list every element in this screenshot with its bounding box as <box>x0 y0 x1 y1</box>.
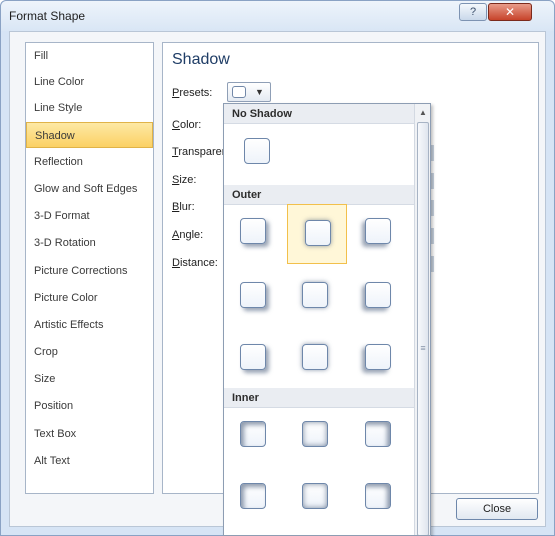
size-control-edge[interactable] <box>431 173 434 189</box>
scroll-up-icon[interactable]: ▲ <box>415 104 430 121</box>
color-accel: C <box>172 119 180 131</box>
preset-swatch <box>365 483 391 509</box>
preset-swatch <box>365 344 391 370</box>
preset-outer-offset-diagonal-top-left[interactable] <box>359 338 393 372</box>
grip-icon: ≡ <box>420 343 426 353</box>
help-button[interactable]: ? <box>459 3 487 21</box>
preset-outer-offset-diagonal-bottom-left[interactable] <box>359 212 393 246</box>
preset-outer-offset-top[interactable] <box>296 338 330 372</box>
color-label-text: olor: <box>179 119 202 131</box>
transparency-label-text: ransparen <box>178 146 228 158</box>
transparency-control-edge[interactable] <box>431 145 434 161</box>
presets-label-text: resets: <box>179 87 213 99</box>
nav-item-reflection[interactable]: Reflection <box>26 149 153 175</box>
preset-swatch <box>365 282 391 308</box>
gallery-section-no-shadow: No Shadow <box>224 104 414 124</box>
preset-inner-diagonal-top-left[interactable] <box>234 415 268 449</box>
nav-item-picture-corrections[interactable]: Picture Corrections <box>26 258 153 284</box>
size-label: Size: <box>172 174 196 186</box>
preset-swatch <box>240 344 266 370</box>
preset-inner-top[interactable] <box>296 415 330 449</box>
gallery-section-outer: Outer <box>224 185 414 205</box>
nav-item-picture-color[interactable]: Picture Color <box>26 285 153 311</box>
close-button[interactable]: Close <box>456 498 538 520</box>
nav-item-crop[interactable]: Crop <box>26 339 153 365</box>
preset-outer-offset-left[interactable] <box>359 276 393 310</box>
transparency-label: Transparen <box>172 146 228 158</box>
nav-item-text-box[interactable]: Text Box <box>26 421 153 447</box>
size-label-text: ize: <box>179 174 197 186</box>
angle-label-text: ngle: <box>179 229 204 241</box>
nav-item-position[interactable]: Position <box>26 393 153 419</box>
color-label: Color: <box>172 119 201 131</box>
nav-item-3d-rotation[interactable]: 3-D Rotation <box>26 230 153 256</box>
nav-item-line-style[interactable]: Line Style <box>26 95 153 121</box>
title-bar: Format Shape ? ✕ <box>1 1 554 31</box>
preset-outer-offset-center[interactable] <box>296 276 330 310</box>
distance-accel: D <box>172 257 180 269</box>
preset-outer-offset-diagonal-bottom-right[interactable] <box>234 212 268 246</box>
nav-item-alt-text[interactable]: Alt Text <box>26 448 153 474</box>
preset-swatch <box>240 483 266 509</box>
preset-swatch <box>240 282 266 308</box>
angle-control-edge[interactable] <box>431 228 434 244</box>
category-list: Fill Line Color Line Style Shadow Reflec… <box>25 42 154 494</box>
blur-label: Blur: <box>172 201 195 213</box>
preset-no-shadow[interactable] <box>238 132 272 166</box>
preset-swatch <box>240 421 266 447</box>
nav-item-glow-soft-edges[interactable]: Glow and Soft Edges <box>26 176 153 202</box>
distance-label-text: istance: <box>179 257 218 269</box>
preset-inner-right[interactable] <box>359 477 393 511</box>
preset-swatch <box>244 138 270 164</box>
preset-swatch <box>365 421 391 447</box>
preset-inner-left[interactable] <box>234 477 268 511</box>
blur-control-edge[interactable] <box>431 200 434 216</box>
preset-outer-offset-bottom[interactable] <box>287 204 347 264</box>
shadow-preset-swatch-icon <box>232 86 246 98</box>
gallery-section-inner: Inner <box>224 388 414 408</box>
nav-item-artistic-effects[interactable]: Artistic Effects <box>26 312 153 338</box>
window-close-button[interactable]: ✕ <box>488 3 532 21</box>
nav-item-fill[interactable]: Fill <box>26 43 153 69</box>
distance-control-edge[interactable] <box>431 256 434 272</box>
preset-swatch <box>302 421 328 447</box>
nav-item-size[interactable]: Size <box>26 366 153 392</box>
shadow-presets-gallery: No Shadow Outer Inner ▲ ≡ <box>223 103 431 536</box>
distance-label: Distance: <box>172 257 218 269</box>
nav-item-shadow[interactable]: Shadow <box>26 122 153 148</box>
preset-outer-offset-diagonal-top-right[interactable] <box>234 338 268 372</box>
angle-label: Angle: <box>172 229 203 241</box>
chevron-down-icon: ▼ <box>255 87 264 97</box>
help-icon: ? <box>469 6 477 18</box>
presets-dropdown-button[interactable]: ▼ <box>227 82 271 102</box>
close-icon: ✕ <box>504 5 516 19</box>
preset-swatch <box>302 483 328 509</box>
presets-label: Presets: <box>172 87 212 99</box>
preset-inner-center[interactable] <box>296 477 330 511</box>
window-title: Format Shape <box>9 9 86 23</box>
preset-inner-diagonal-top-right[interactable] <box>359 415 393 449</box>
nav-item-3d-format[interactable]: 3-D Format <box>26 203 153 229</box>
preset-outer-offset-right[interactable] <box>234 276 268 310</box>
scrollbar-thumb[interactable]: ≡ <box>417 122 429 535</box>
preset-swatch <box>302 344 328 370</box>
preset-swatch <box>365 218 391 244</box>
preset-swatch <box>240 218 266 244</box>
gallery-scrollbar[interactable]: ▲ ≡ <box>414 104 430 535</box>
preset-swatch <box>302 282 328 308</box>
blur-label-text: lur: <box>179 201 195 213</box>
preset-swatch <box>305 220 331 246</box>
nav-item-line-color[interactable]: Line Color <box>26 69 153 95</box>
panel-title: Shadow <box>172 51 230 68</box>
